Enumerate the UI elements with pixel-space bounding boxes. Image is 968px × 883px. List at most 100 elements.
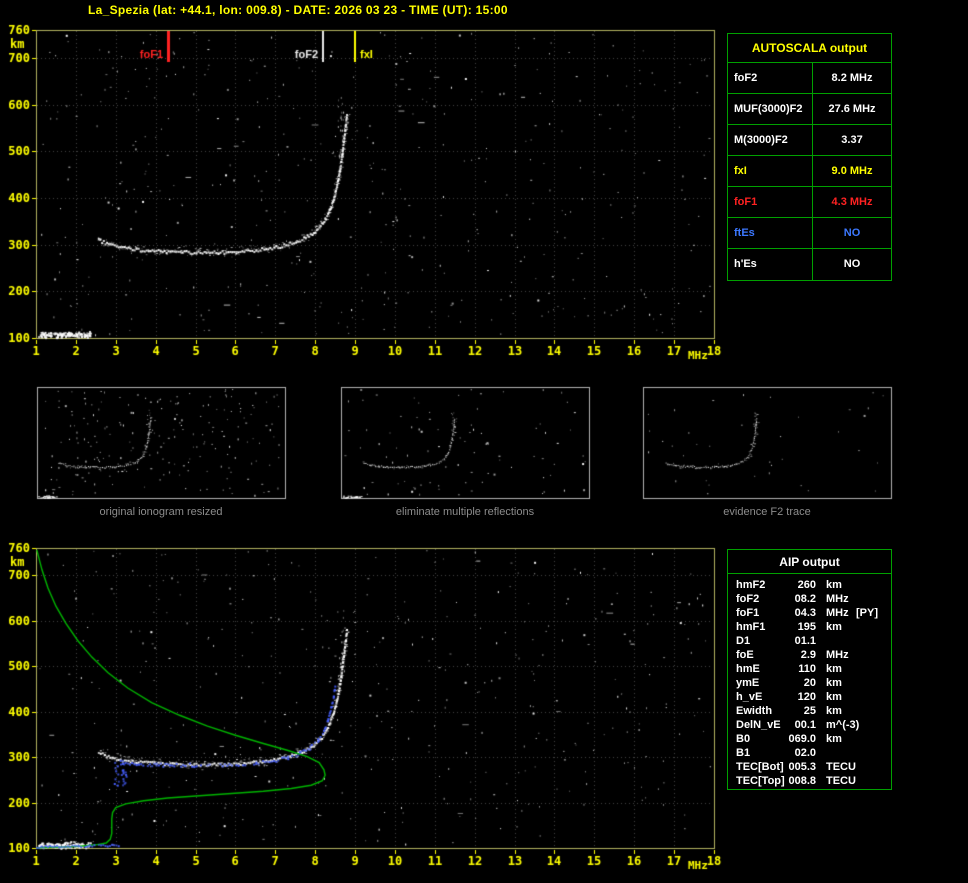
param-note: [PY] bbox=[856, 607, 878, 619]
param-note bbox=[856, 774, 891, 788]
param-value: 08.2 bbox=[794, 593, 816, 605]
param-value: 110 bbox=[798, 663, 816, 675]
param-note bbox=[856, 760, 891, 774]
param-label: hmF2 bbox=[736, 579, 766, 591]
param-label: hmF1 bbox=[736, 621, 766, 633]
param-unit: km bbox=[826, 733, 842, 745]
param-unit: km bbox=[826, 663, 842, 675]
param-label: B0 bbox=[736, 733, 751, 745]
param-unit: km bbox=[826, 621, 842, 633]
param-value: 005.3 bbox=[788, 761, 816, 773]
thumbnail-original-ionogram bbox=[35, 385, 287, 500]
table-row: TEC[Top] 008.8 TECU bbox=[736, 774, 891, 788]
param-label: ymE bbox=[736, 677, 760, 689]
param-value: 260 bbox=[797, 579, 816, 591]
autoscala-output-table: AUTOSCALA output foF2 8.2 MHz MUF(3000)F… bbox=[727, 33, 892, 281]
param-value: NO bbox=[843, 227, 861, 239]
aip-table-title: AIP output bbox=[728, 550, 891, 574]
param-label: foF2 bbox=[736, 593, 760, 605]
param-value: 01.1 bbox=[794, 635, 816, 647]
param-label: TEC[Bot] bbox=[736, 761, 784, 773]
param-note bbox=[856, 648, 891, 662]
param-label: fxI bbox=[728, 156, 813, 186]
param-label: TEC[Top] bbox=[736, 775, 785, 787]
table-row: foF1 4.3 MHz bbox=[728, 187, 891, 218]
param-label: D1 bbox=[736, 635, 751, 647]
param-note bbox=[856, 634, 891, 648]
param-label: ftEs bbox=[728, 218, 813, 248]
table-row: h_vE 120 km bbox=[736, 690, 891, 704]
param-value: 4.3 MHz bbox=[831, 196, 873, 208]
param-value: 25 bbox=[803, 705, 816, 717]
param-note bbox=[856, 620, 891, 634]
main-ionogram-plot bbox=[0, 22, 725, 367]
param-note bbox=[856, 704, 891, 718]
param-unit bbox=[816, 746, 856, 760]
param-value: 8.2 MHz bbox=[831, 72, 873, 84]
param-note bbox=[856, 578, 891, 592]
param-note bbox=[856, 732, 891, 746]
station-header: La_Spezia (lat: +44.1, lon: 009.8) - DAT… bbox=[88, 3, 508, 17]
param-unit: MHz bbox=[826, 607, 849, 619]
param-unit: MHz bbox=[826, 593, 849, 605]
param-label: M(3000)F2 bbox=[728, 125, 813, 155]
param-unit: TECU bbox=[826, 775, 856, 787]
param-value: NO bbox=[843, 258, 861, 270]
table-row: foE 2.9 MHz bbox=[736, 648, 891, 662]
param-value: 3.37 bbox=[841, 134, 863, 146]
table-row: h'Es NO bbox=[728, 249, 891, 280]
param-unit: m^(-3) bbox=[826, 719, 860, 731]
param-value: 2.9 bbox=[800, 649, 816, 661]
param-label: foF1 bbox=[736, 607, 760, 619]
table-row: foF2 8.2 MHz bbox=[728, 63, 891, 94]
ionogram-analysis-screen: La_Spezia (lat: +44.1, lon: 009.8) - DAT… bbox=[0, 0, 968, 883]
param-note bbox=[856, 676, 891, 690]
param-label: B1 bbox=[736, 747, 751, 759]
table-row: fxI 9.0 MHz bbox=[728, 156, 891, 187]
table-row: B0 069.0 km bbox=[736, 732, 891, 746]
aip-rows: hmF2 260 km foF2 08.2 MHz foF1 04.3 MHz … bbox=[728, 574, 891, 788]
thumbnail-caption-filtered: eliminate multiple reflections bbox=[395, 506, 535, 518]
thumbnail-filtered-ionogram bbox=[339, 385, 591, 500]
param-note bbox=[856, 690, 891, 704]
table-row: TEC[Bot] 005.3 TECU bbox=[736, 760, 891, 774]
param-value: 9.0 MHz bbox=[831, 165, 873, 177]
param-label: hmE bbox=[736, 663, 760, 675]
param-value: 008.8 bbox=[788, 775, 816, 787]
autoscala-rows: foF2 8.2 MHz MUF(3000)F2 27.6 MHz M(3000… bbox=[728, 63, 891, 280]
profile-ionogram-plot bbox=[0, 540, 725, 883]
param-unit: km bbox=[826, 691, 842, 703]
param-note bbox=[859, 718, 891, 732]
param-value: 20 bbox=[803, 677, 816, 689]
param-unit: TECU bbox=[826, 761, 856, 773]
table-row: B1 02.0 bbox=[736, 746, 891, 760]
table-row: ymE 20 km bbox=[736, 676, 891, 690]
autoscala-table-title: AUTOSCALA output bbox=[728, 34, 891, 63]
param-note bbox=[856, 746, 891, 760]
param-label: foE bbox=[736, 649, 754, 661]
param-label: DelN_vE bbox=[736, 719, 781, 731]
param-label: foF1 bbox=[728, 187, 813, 217]
param-value: 069.0 bbox=[788, 733, 816, 745]
thumbnail-caption-original: original ionogram resized bbox=[99, 506, 223, 518]
table-row: DelN_vE 00.1 m^(-3) bbox=[736, 718, 891, 732]
thumbnail-f2-trace bbox=[641, 385, 893, 500]
param-unit: km bbox=[826, 677, 842, 689]
param-unit: km bbox=[826, 705, 842, 717]
param-label: h_vE bbox=[736, 691, 763, 703]
table-row: D1 01.1 bbox=[736, 634, 891, 648]
param-note bbox=[856, 592, 891, 606]
table-row: hmE 110 km bbox=[736, 662, 891, 676]
param-unit: MHz bbox=[826, 649, 849, 661]
param-value: 02.0 bbox=[794, 747, 816, 759]
param-label: Ewidth bbox=[736, 705, 773, 717]
table-row: foF1 04.3 MHz [PY] bbox=[736, 606, 891, 620]
table-row: Ewidth 25 km bbox=[736, 704, 891, 718]
param-value: 04.3 bbox=[794, 607, 816, 619]
table-row: MUF(3000)F2 27.6 MHz bbox=[728, 94, 891, 125]
param-label: MUF(3000)F2 bbox=[728, 94, 813, 124]
param-value: 00.1 bbox=[794, 719, 816, 731]
param-note bbox=[856, 662, 891, 676]
param-label: h'Es bbox=[728, 249, 813, 280]
table-row: foF2 08.2 MHz bbox=[736, 592, 891, 606]
